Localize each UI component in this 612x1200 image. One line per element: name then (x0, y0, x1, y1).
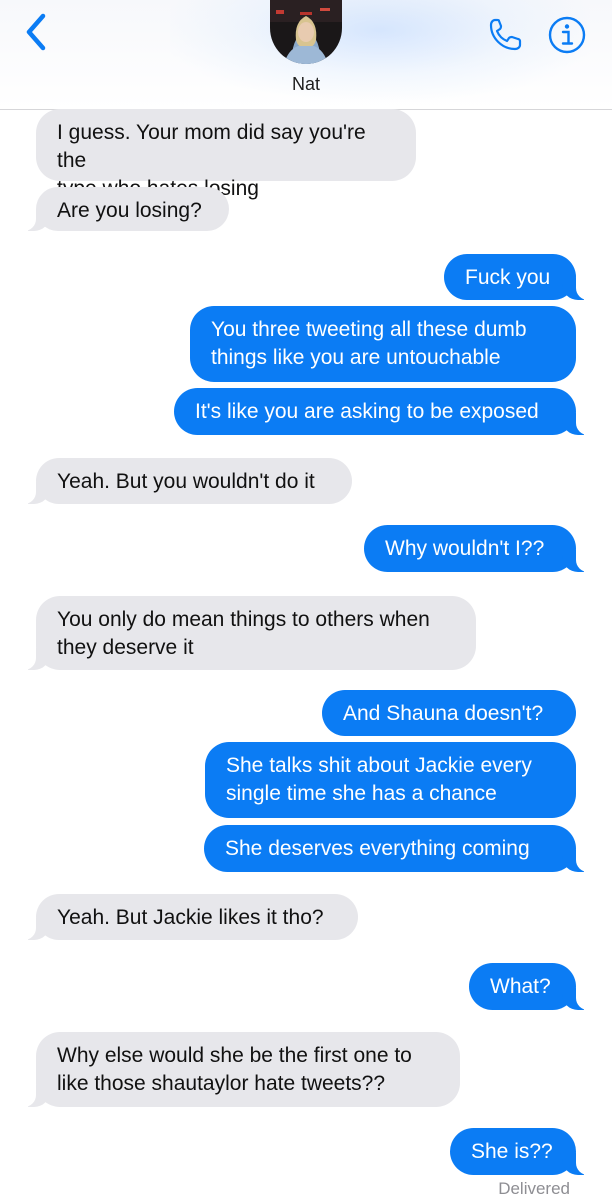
info-button[interactable] (545, 13, 589, 57)
message-received[interactable]: You only do mean things to others when t… (14, 596, 476, 670)
message-received[interactable]: I guess. Your mom did say you're the typ… (36, 109, 416, 200)
message-received[interactable]: Are you losing? (14, 187, 229, 231)
message-sent[interactable]: She deserves everything coming (204, 825, 598, 872)
chevron-left-icon (26, 13, 46, 51)
message-sent[interactable]: You three tweeting all these dumb things… (190, 306, 576, 382)
message-received[interactable]: Yeah. But you wouldn't do it (14, 458, 352, 504)
message-sent[interactable]: What? (469, 963, 598, 1010)
call-button[interactable] (484, 14, 526, 56)
info-icon (548, 16, 586, 54)
back-button[interactable] (14, 10, 58, 54)
message-sent[interactable]: Why wouldn't I?? (364, 525, 598, 572)
contact-name[interactable]: Nat (206, 74, 406, 95)
message-received[interactable]: Why else would she be the first one to l… (14, 1032, 460, 1107)
message-sent[interactable]: She is?? (450, 1128, 598, 1175)
avatar-photo (270, 0, 342, 64)
avatar[interactable] (270, 0, 342, 64)
message-sent[interactable]: Fuck you (444, 254, 598, 300)
conversation-header: Nat (0, 0, 612, 110)
message-sent[interactable]: And Shauna doesn't? (322, 690, 576, 736)
message-received[interactable]: Yeah. But Jackie likes it tho? (14, 894, 358, 940)
phone-icon (489, 18, 522, 51)
delivered-status: Delivered (498, 1179, 570, 1198)
message-sent[interactable]: It's like you are asking to be exposed (174, 388, 598, 435)
message-sent[interactable]: She talks shit about Jackie every single… (205, 742, 576, 818)
